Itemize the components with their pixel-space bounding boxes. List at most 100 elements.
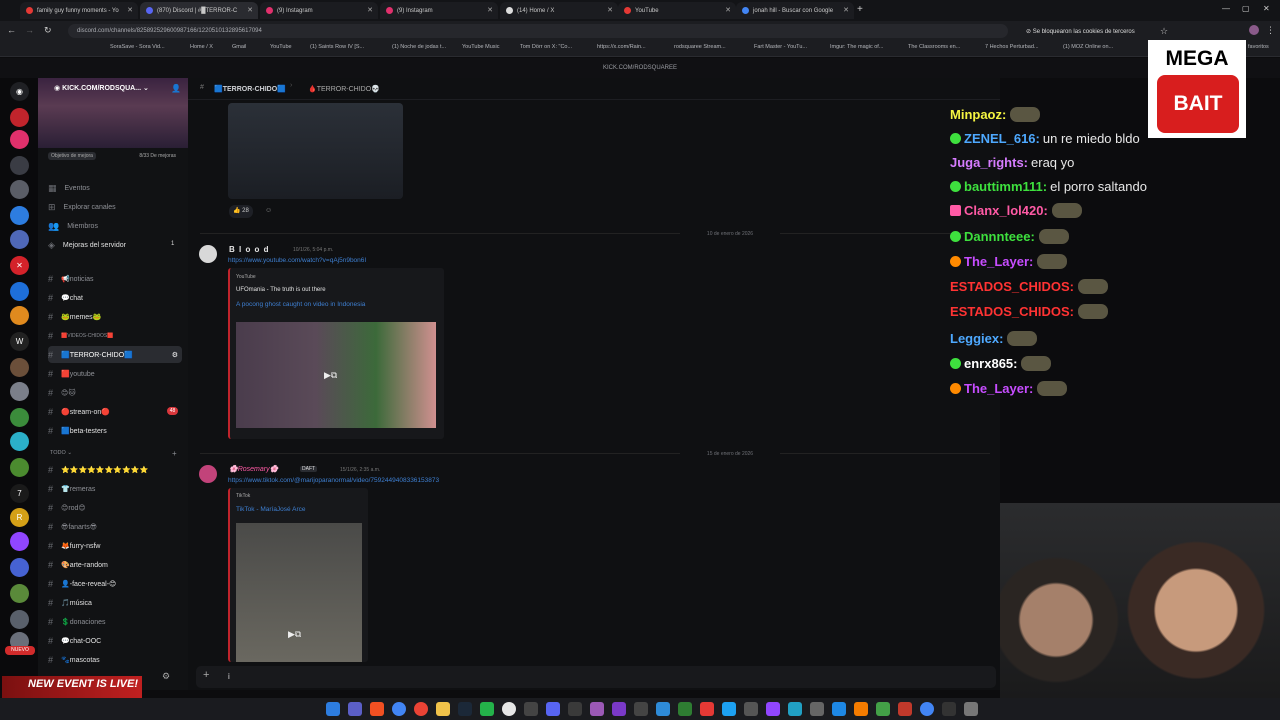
maximize-icon[interactable]: ▢: [1242, 4, 1250, 13]
message-author[interactable]: 🌸Rosemary🌸: [229, 465, 278, 473]
browser-tab[interactable]: (9) Instagram ✕: [260, 2, 378, 19]
channel-item[interactable]: # 😊rod😊: [48, 499, 86, 516]
app-icon[interactable]: [964, 702, 978, 716]
avatar[interactable]: [199, 465, 217, 483]
close-icon[interactable]: ✕: [843, 6, 849, 14]
message-composer[interactable]: [196, 666, 996, 688]
browser-tab[interactable]: (9) Instagram ✕: [380, 2, 498, 19]
server-icon[interactable]: 7: [10, 484, 29, 503]
image-attachment[interactable]: [228, 103, 403, 199]
app-icon[interactable]: [590, 702, 604, 716]
channel-item[interactable]: # 💬chat: [48, 289, 83, 306]
start-icon[interactable]: [326, 702, 340, 716]
app-icon[interactable]: [656, 702, 670, 716]
add-attachment-icon[interactable]: +: [203, 669, 209, 681]
bookmark[interactable]: Imgur: The magic of...: [830, 44, 883, 50]
bookmark[interactable]: Gmail: [232, 44, 246, 50]
app-icon[interactable]: [876, 702, 890, 716]
browser-tab[interactable]: (14) Home / X ✕: [500, 2, 618, 19]
channel-item[interactable]: # 🎵música: [48, 594, 92, 611]
server-icon[interactable]: [10, 358, 29, 377]
bookmark[interactable]: (1) MOZ Online on...: [1063, 44, 1113, 50]
discord-home-icon[interactable]: ◉: [10, 82, 29, 101]
channel-item[interactable]: # 🦊furry-nsfw: [48, 537, 100, 554]
channel-item[interactable]: # 💬chat-OOC: [48, 632, 101, 649]
channel-item[interactable]: # 👕remeras: [48, 480, 95, 497]
close-icon[interactable]: ✕: [607, 6, 613, 14]
discord-icon[interactable]: [546, 702, 560, 716]
bookmark[interactable]: (1) Saints Row IV [S...: [310, 44, 364, 50]
app-icon[interactable]: [810, 702, 824, 716]
channel-item[interactable]: # 👤-face-reveal-😊: [48, 575, 116, 592]
new-tab-icon[interactable]: +: [857, 4, 863, 15]
back-icon[interactable]: ←: [7, 25, 16, 35]
server-icon[interactable]: W: [10, 332, 29, 351]
app-icon[interactable]: [942, 702, 956, 716]
message-link[interactable]: https://www.tiktok.com/@marijoparanormal…: [228, 477, 439, 484]
nav-server-boosts[interactable]: ◈ Mejoras del servidor: [48, 237, 126, 254]
app-icon[interactable]: [832, 702, 846, 716]
server-icon[interactable]: [10, 108, 29, 127]
server-icon[interactable]: [10, 130, 29, 149]
app-icon[interactable]: [788, 702, 802, 716]
server-icon[interactable]: [10, 610, 29, 629]
folder-icon[interactable]: [436, 702, 450, 716]
app-icon[interactable]: [612, 702, 626, 716]
app-icon[interactable]: [744, 702, 758, 716]
server-icon[interactable]: [10, 558, 29, 577]
channel-item[interactable]: # 🎨arte-random: [48, 556, 108, 573]
app-icon[interactable]: [414, 702, 428, 716]
server-icon[interactable]: [10, 282, 29, 301]
channel-item[interactable]: # 🟦beta-testers: [48, 422, 107, 439]
settings-icon[interactable]: ⚙: [162, 671, 170, 682]
embed-title[interactable]: TikTok - MaríaJosé Arce: [236, 506, 305, 513]
add-user-icon[interactable]: 👤: [171, 84, 181, 93]
bookmark[interactable]: SoraSave - Sora Vid...: [110, 44, 165, 50]
app-icon[interactable]: [678, 702, 692, 716]
embed-title[interactable]: A pocong ghost caught on video in Indone…: [236, 301, 365, 308]
app-icon[interactable]: [568, 702, 582, 716]
bookmark[interactable]: (1) Noche de jodas t...: [392, 44, 446, 50]
add-reaction-icon[interactable]: ☺: [265, 207, 272, 214]
server-icon[interactable]: [10, 408, 29, 427]
message-author[interactable]: B l o o d: [229, 245, 270, 254]
star-icon[interactable]: ☆: [1160, 26, 1168, 37]
channel-item[interactable]: # 📢noticias: [48, 270, 93, 287]
channel-item[interactable]: # 🟥youtube: [48, 365, 95, 382]
reload-icon[interactable]: ↻: [44, 25, 52, 36]
app-icon[interactable]: [480, 702, 494, 716]
message-input[interactable]: i: [228, 672, 230, 681]
steam-icon[interactable]: [458, 702, 472, 716]
boost-goal[interactable]: Objetivo de mejora 8/33 De mejoras: [48, 152, 182, 163]
bookmark[interactable]: The Classrooms en...: [908, 44, 960, 50]
channel-item[interactable]: # 🟥VIDEOS-CHIDOS🟥: [48, 327, 113, 344]
bookmark[interactable]: Fart Master - YouTu...: [754, 44, 807, 50]
browser-tab[interactable]: jonah hill - Buscar con Google ✕: [736, 2, 854, 19]
third-party-cookies-notice[interactable]: ⊘ Se bloquearon las cookies de terceros: [1026, 28, 1135, 35]
app-icon[interactable]: [370, 702, 384, 716]
play-icon[interactable]: ▶⧉: [288, 629, 301, 640]
url-input[interactable]: discord.com/channels/825892529600987166/…: [68, 24, 1008, 38]
settings-icon[interactable]: ⚙: [172, 351, 178, 359]
video-thumbnail[interactable]: [236, 523, 362, 662]
app-icon[interactable]: [722, 702, 736, 716]
close-window-icon[interactable]: ✕: [1263, 4, 1270, 13]
server-icon[interactable]: [10, 382, 29, 401]
close-icon[interactable]: ✕: [247, 6, 253, 14]
menu-icon[interactable]: ⋮: [1266, 25, 1275, 36]
bookmark[interactable]: Tom Dörr on X: "Co...: [520, 44, 572, 50]
channel-item[interactable]: # 💲donaciones: [48, 613, 106, 630]
channel-item-selected[interactable]: # 🟦TERROR-CHIDO🟦 ⚙: [48, 346, 182, 363]
server-icon[interactable]: [10, 432, 29, 451]
app-icon[interactable]: [854, 702, 868, 716]
channel-item[interactable]: # ⭐⭐⭐⭐⭐⭐⭐⭐⭐⭐: [48, 461, 148, 478]
app-icon[interactable]: [524, 702, 538, 716]
server-icon[interactable]: [10, 458, 29, 477]
app-icon[interactable]: [766, 702, 780, 716]
chrome-icon[interactable]: [392, 702, 406, 716]
app-icon[interactable]: [634, 702, 648, 716]
category-header[interactable]: TODO ⌄: [50, 450, 72, 456]
close-icon[interactable]: ✕: [127, 6, 133, 14]
minimize-icon[interactable]: —: [1222, 4, 1230, 13]
close-icon[interactable]: ✕: [725, 6, 731, 14]
